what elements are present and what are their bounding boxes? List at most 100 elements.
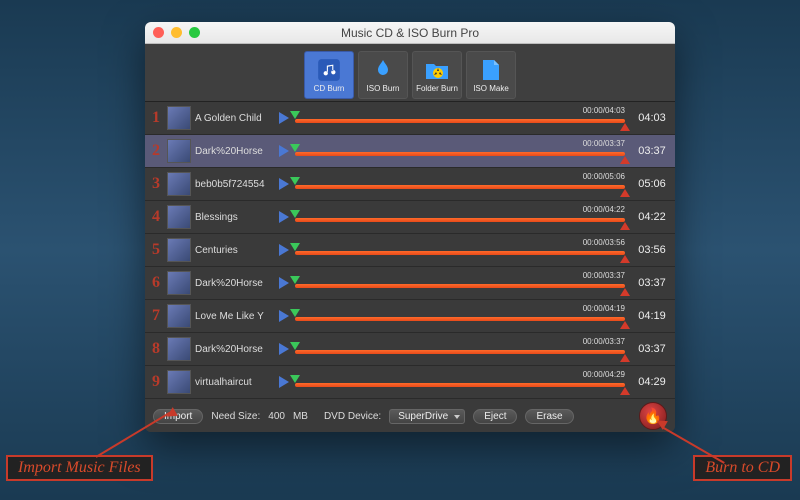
- track-duration: 03:56: [629, 244, 675, 256]
- track-row[interactable]: 3beb0b5f72455400:00/05:0605:06: [145, 168, 675, 201]
- trim-end-handle[interactable]: [620, 222, 630, 230]
- track-duration: 04:22: [629, 211, 675, 223]
- trim-end-handle[interactable]: [620, 156, 630, 164]
- track-duration: 03:37: [629, 343, 675, 355]
- track-number: 5: [145, 241, 167, 259]
- dvd-device-label: DVD Device:: [324, 411, 381, 422]
- toolbar-iso-make[interactable]: ISO Make: [466, 51, 516, 99]
- trim-end-handle[interactable]: [620, 288, 630, 296]
- track-time: 00:00/04:22: [583, 205, 625, 214]
- play-icon[interactable]: [279, 211, 289, 223]
- toolbar-iso-burn[interactable]: ISO Burn: [358, 51, 408, 99]
- track-number: 6: [145, 274, 167, 292]
- track-time: 00:00/04:29: [583, 370, 625, 379]
- track-duration: 04:19: [629, 310, 675, 322]
- play-icon[interactable]: [279, 343, 289, 355]
- trim-start-handle[interactable]: [290, 144, 300, 152]
- track-name: Blessings: [195, 212, 273, 223]
- trim-start-handle[interactable]: [290, 375, 300, 383]
- track-row[interactable]: 4 Blessings 00:00/04:22 04:22: [145, 201, 675, 234]
- play-icon[interactable]: [279, 178, 289, 190]
- track-row[interactable]: 8Dark%20Horse00:00/03:3703:37: [145, 333, 675, 366]
- toolbar-folder-burn[interactable]: Folder Burn: [412, 51, 462, 99]
- track-duration: 04:03: [629, 112, 675, 124]
- track-row[interactable]: 6 Dark%20Horse 00:00/03:37 03:37: [145, 267, 675, 300]
- track-name: Dark%20Horse: [195, 146, 273, 157]
- track-name: A Golden Child: [195, 113, 273, 124]
- track-time: 00:00/03:37: [583, 139, 625, 148]
- trim-slider[interactable]: 00:00/04:22: [295, 206, 625, 228]
- trim-slider[interactable]: 00:00/03:37: [295, 272, 625, 294]
- track-number: 4: [145, 208, 167, 226]
- track-row[interactable]: 7Love Me Like Y00:00/04:1904:19: [145, 300, 675, 333]
- trim-start-handle[interactable]: [290, 243, 300, 251]
- track-duration: 03:37: [629, 277, 675, 289]
- trim-slider[interactable]: 00:00/03:37: [295, 140, 625, 162]
- track-time: 00:00/03:56: [583, 238, 625, 247]
- track-duration: 05:06: [629, 178, 675, 190]
- track-row[interactable]: 1 A Golden Child 00:00/04:03 04:03: [145, 102, 675, 135]
- track-number: 9: [145, 373, 167, 391]
- track-name: virtualhaircut: [195, 377, 273, 388]
- trim-end-handle[interactable]: [620, 123, 630, 131]
- track-thumbnail: [167, 238, 191, 262]
- track-thumbnail: [167, 337, 191, 361]
- track-row[interactable]: 9 virtualhaircut 00:00/04:29 04:29: [145, 366, 675, 399]
- trim-start-handle[interactable]: [290, 111, 300, 119]
- track-name: Centuries: [195, 245, 273, 256]
- toolbar-label: CD Burn: [314, 84, 345, 93]
- track-thumbnail: [167, 139, 191, 163]
- trim-start-handle[interactable]: [290, 210, 300, 218]
- trim-slider[interactable]: 00:00/04:19: [295, 305, 625, 327]
- track-thumbnail: [167, 370, 191, 394]
- document-icon: [476, 56, 506, 84]
- flame-icon: [368, 56, 398, 84]
- toolbar: CD Burn ISO Burn Folder Burn ISO Make: [145, 44, 675, 102]
- trim-end-handle[interactable]: [620, 189, 630, 197]
- play-icon[interactable]: [279, 310, 289, 322]
- track-name: beb0b5f724554: [195, 179, 273, 190]
- trim-end-handle[interactable]: [620, 255, 630, 263]
- trim-start-handle[interactable]: [290, 177, 300, 185]
- dvd-device-select[interactable]: SuperDrive: [389, 409, 465, 424]
- trim-end-handle[interactable]: [620, 321, 630, 329]
- track-name: Dark%20Horse: [195, 278, 273, 289]
- trim-start-handle[interactable]: [290, 276, 300, 284]
- track-time: 00:00/04:03: [583, 106, 625, 115]
- track-thumbnail: [167, 271, 191, 295]
- track-row[interactable]: 2Dark%20Horse00:00/03:3703:37: [145, 135, 675, 168]
- need-size-value: 400: [268, 411, 285, 422]
- track-duration: 04:29: [629, 376, 675, 388]
- trim-start-handle[interactable]: [290, 309, 300, 317]
- trim-slider[interactable]: 00:00/05:06: [295, 173, 625, 195]
- titlebar: Music CD & ISO Burn Pro: [145, 22, 675, 44]
- track-duration: 03:37: [629, 145, 675, 157]
- trim-slider[interactable]: 00:00/04:29: [295, 371, 625, 393]
- track-time: 00:00/03:37: [583, 271, 625, 280]
- erase-button[interactable]: Erase: [525, 409, 573, 424]
- track-time: 00:00/05:06: [583, 172, 625, 181]
- trim-slider[interactable]: 00:00/03:37: [295, 338, 625, 360]
- track-number: 8: [145, 340, 167, 358]
- eject-button[interactable]: Eject: [473, 409, 517, 424]
- play-icon[interactable]: [279, 145, 289, 157]
- play-icon[interactable]: [279, 376, 289, 388]
- toolbar-label: Folder Burn: [416, 84, 458, 93]
- play-icon[interactable]: [279, 244, 289, 256]
- trim-start-handle[interactable]: [290, 342, 300, 350]
- music-note-icon: [314, 56, 344, 84]
- trim-slider[interactable]: 00:00/04:03: [295, 107, 625, 129]
- play-icon[interactable]: [279, 112, 289, 124]
- track-row[interactable]: 5 Centuries 00:00/03:56 03:56: [145, 234, 675, 267]
- arrow-line: [95, 412, 170, 458]
- play-icon[interactable]: [279, 277, 289, 289]
- track-number: 1: [145, 109, 167, 127]
- trim-slider[interactable]: 00:00/03:56: [295, 239, 625, 261]
- track-thumbnail: [167, 106, 191, 130]
- toolbar-label: ISO Burn: [367, 84, 400, 93]
- radiation-folder-icon: [422, 56, 452, 84]
- trim-end-handle[interactable]: [620, 387, 630, 395]
- toolbar-cd-burn[interactable]: CD Burn: [304, 51, 354, 99]
- trim-end-handle[interactable]: [620, 354, 630, 362]
- need-size-label: Need Size:: [211, 411, 260, 422]
